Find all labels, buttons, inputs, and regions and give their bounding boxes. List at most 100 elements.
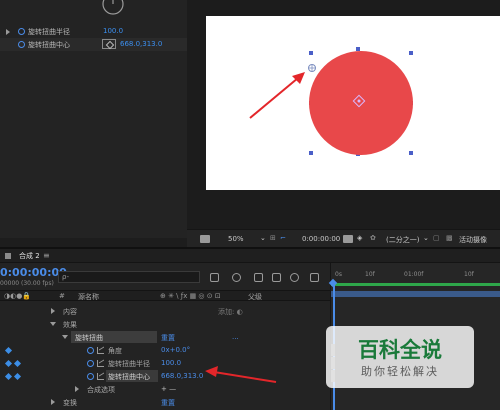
- show-channel-icon[interactable]: ◈: [357, 234, 362, 242]
- watermark-logo: 百科全说 助你轻松解决: [326, 326, 474, 388]
- chevron-down-icon[interactable]: ⌄: [423, 234, 429, 242]
- property-row-compositing-options: 合成选项 + —: [0, 383, 330, 395]
- tab-composition[interactable]: 合成 2: [19, 251, 40, 261]
- property-row-radius: 旋转扭曲半径 100.0: [0, 357, 330, 369]
- angle-value[interactable]: 0x+0.0°: [161, 346, 190, 354]
- center-value[interactable]: 668.0,313.0: [161, 372, 203, 380]
- bbox-handle[interactable]: [309, 51, 313, 55]
- bbox-handle[interactable]: [409, 151, 413, 155]
- keyframe-nav-icon[interactable]: [4, 372, 13, 381]
- stopwatch-icon[interactable]: [18, 41, 25, 48]
- work-area-bar[interactable]: [331, 283, 500, 286]
- column-parent[interactable]: 父级: [248, 292, 262, 302]
- reset-button[interactable]: 重置: [161, 398, 175, 408]
- keyframe-nav-icon[interactable]: [4, 346, 13, 355]
- stopwatch-icon[interactable]: [18, 28, 25, 35]
- graph-editor-icon[interactable]: [310, 273, 319, 282]
- camera-dropdown[interactable]: 活动摄像: [459, 235, 487, 245]
- chevron-down-icon[interactable]: ⌄: [260, 234, 266, 242]
- bbox-handle[interactable]: [356, 47, 360, 51]
- expand-triangle-icon[interactable]: [50, 322, 56, 326]
- search-placeholder: ρ-: [62, 273, 69, 281]
- bbox-handle[interactable]: [409, 51, 413, 55]
- point-target-icon[interactable]: [102, 39, 116, 49]
- ruler-tick-label: 01:00f: [404, 271, 424, 278]
- motion-blur-icon[interactable]: [290, 273, 299, 282]
- twirl-center-crosshair-icon[interactable]: [308, 64, 316, 72]
- bbox-handle[interactable]: [309, 151, 313, 155]
- zoom-dropdown[interactable]: 50%: [228, 235, 244, 243]
- layer-switches-icon: ⊕ ✳ \ ƒx ▦ ◎ ⊙ ⊡: [160, 292, 221, 300]
- reset-button[interactable]: 重置: [161, 333, 175, 343]
- effect-name[interactable]: 旋转扭曲: [75, 333, 103, 343]
- column-source-name[interactable]: 源名称: [78, 292, 99, 302]
- angle-dial-icon[interactable]: [101, 0, 125, 16]
- annotation-arrow: [205, 366, 277, 383]
- resolution-dropdown[interactable]: (二分之一): [386, 235, 419, 245]
- stopwatch-icon[interactable]: [87, 373, 94, 380]
- property-row-transform: 变换 重置: [0, 396, 330, 408]
- red-circle-shape[interactable]: [309, 51, 413, 155]
- fps-readout: 00000 (30.00 fps): [0, 280, 54, 287]
- layer-duration-bar[interactable]: [331, 291, 500, 297]
- stopwatch-icon[interactable]: [87, 360, 94, 367]
- center-row: 旋转扭曲中心 668.0,313.0: [0, 38, 187, 51]
- property-row-center: 旋转扭曲中心 668.0,313.0: [0, 370, 330, 382]
- stopwatch-icon[interactable]: [87, 347, 94, 354]
- av-switches-icon[interactable]: ◑◐●🔒: [4, 292, 31, 300]
- property-label: 变换: [63, 399, 77, 407]
- ruler-tick-label: 10f: [464, 271, 474, 278]
- color-wheel-icon[interactable]: ✿: [370, 234, 376, 242]
- ruler-tick-label: 10f: [365, 271, 375, 278]
- property-label: 角度: [108, 347, 122, 355]
- snapshot-icon[interactable]: [200, 235, 210, 243]
- region-of-interest-icon[interactable]: ▢: [433, 234, 440, 242]
- graph-icon[interactable]: [97, 373, 104, 380]
- shy-layers-icon[interactable]: [254, 273, 263, 282]
- annotation-arrow: [249, 72, 305, 119]
- grid-icon[interactable]: ⊞: [270, 234, 276, 242]
- camera-icon[interactable]: [343, 235, 353, 243]
- ruler-tick-label: 0s: [335, 271, 342, 278]
- radius-value[interactable]: 100.0: [103, 27, 123, 35]
- expand-triangle-icon[interactable]: [75, 386, 79, 392]
- expand-triangle-icon[interactable]: [62, 335, 68, 339]
- current-time-display[interactable]: 0:00:00:00: [302, 235, 340, 243]
- add-dropdown[interactable]: 添加: ◐: [218, 307, 243, 317]
- menu-icon[interactable]: ≡: [43, 251, 50, 260]
- expand-triangle-icon[interactable]: [51, 399, 55, 405]
- property-label: 旋转扭曲中心: [108, 373, 150, 381]
- close-icon[interactable]: [5, 253, 11, 259]
- property-label: 合成选项: [87, 386, 115, 394]
- keyframe-nav-icon[interactable]: [13, 372, 22, 381]
- transparency-grid-icon[interactable]: ▩: [446, 234, 453, 242]
- timeline-tab-bar: 合成 2 ≡: [0, 249, 500, 263]
- expand-triangle-icon[interactable]: [6, 29, 10, 35]
- radius-row: 旋转扭曲半径 100.0: [0, 25, 187, 38]
- keyframe-nav-icon[interactable]: [4, 359, 13, 368]
- timeline-timecode[interactable]: 0:00:00:00: [0, 266, 67, 279]
- viewer-footer-toolbar: 50% ⌄ ⊞ ⌐ 0:00:00:00 ◈ ✿ (二分之一) ⌄ ▢ ▩ 活动…: [187, 229, 500, 247]
- watermark-subtitle: 助你轻松解决: [361, 365, 439, 378]
- comp-flow-icon[interactable]: [210, 273, 219, 282]
- canvas-overlay: [249, 47, 413, 156]
- effect-options-button[interactable]: ...: [232, 333, 239, 341]
- property-row-angle: 角度 0x+0.0°: [0, 344, 330, 356]
- add-remove-mask-buttons[interactable]: + —: [161, 385, 176, 393]
- graph-icon[interactable]: [97, 347, 104, 354]
- layer-search-input[interactable]: ρ-: [58, 271, 200, 283]
- draft-3d-icon[interactable]: [232, 273, 241, 282]
- column-number: #: [59, 292, 65, 300]
- property-label: 内容: [63, 308, 77, 316]
- time-ruler[interactable]: 0s 10f 01:00f 10f: [331, 270, 500, 280]
- keyframe-nav-icon[interactable]: [13, 359, 22, 368]
- center-value[interactable]: 668.0,313.0: [120, 40, 162, 48]
- frame-blending-icon[interactable]: [272, 273, 281, 282]
- radius-label: 旋转扭曲半径: [28, 28, 70, 36]
- property-row-contents: 内容 添加: ◐: [0, 305, 330, 317]
- radius-value[interactable]: 100.0: [161, 359, 181, 367]
- expand-triangle-icon[interactable]: [51, 308, 55, 314]
- graph-icon[interactable]: [97, 360, 104, 367]
- mask-toggle-icon[interactable]: ⌐: [280, 234, 286, 242]
- property-label: 旋转扭曲半径: [108, 360, 150, 368]
